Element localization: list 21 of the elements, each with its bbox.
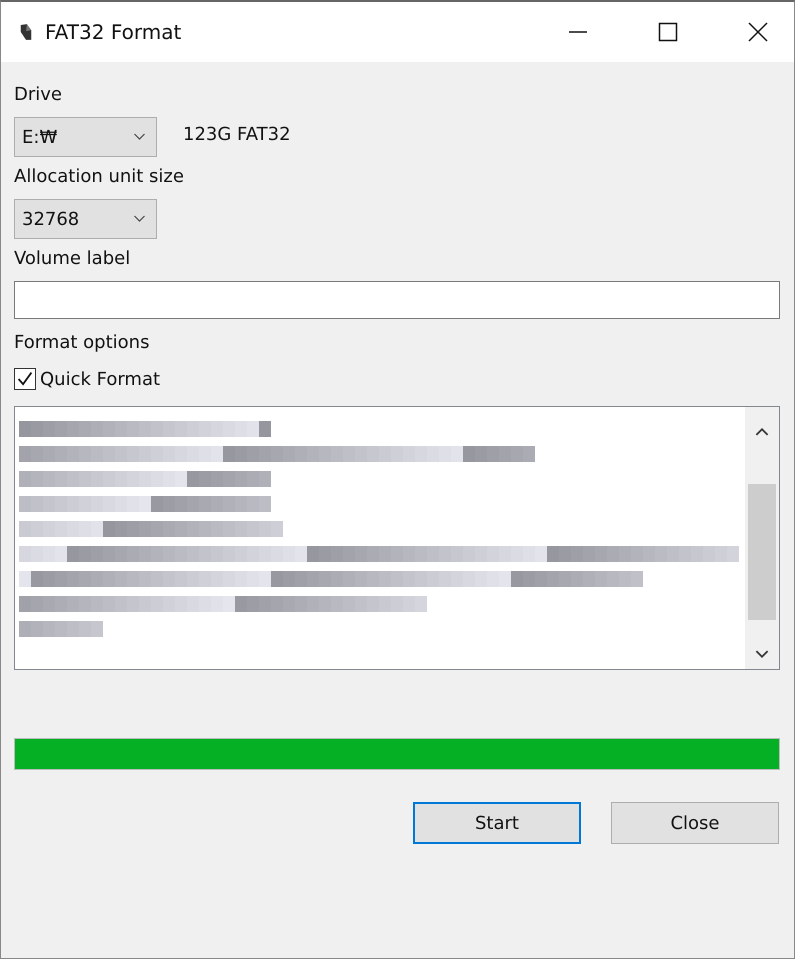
scroll-up-icon[interactable] [755, 427, 769, 436]
chevron-down-icon [133, 133, 146, 141]
app-icon [19, 22, 33, 42]
volume-label: Volume label [14, 248, 130, 270]
volume-field[interactable] [14, 281, 780, 319]
start-button[interactable]: Start [413, 802, 581, 844]
checkmark-icon [16, 370, 34, 388]
drive-dropdown[interactable]: E:₩ [14, 117, 157, 157]
maximize-icon[interactable] [658, 22, 678, 42]
allocation-label: Allocation unit size [14, 166, 184, 188]
window-title: FAT32 Format [45, 20, 182, 44]
format-options-label: Format options [14, 332, 150, 354]
drive-label: Drive [14, 84, 62, 106]
scrollbar[interactable] [745, 407, 779, 669]
chevron-down-icon [133, 215, 146, 223]
scroll-down-icon[interactable] [755, 650, 769, 659]
allocation-dropdown[interactable]: 32768 [14, 199, 157, 239]
close-button[interactable]: Close [611, 802, 779, 844]
quick-format-checkbox[interactable]: Quick Format [14, 368, 160, 390]
drive-info: 123G FAT32 [183, 124, 291, 144]
close-icon[interactable] [748, 22, 768, 42]
